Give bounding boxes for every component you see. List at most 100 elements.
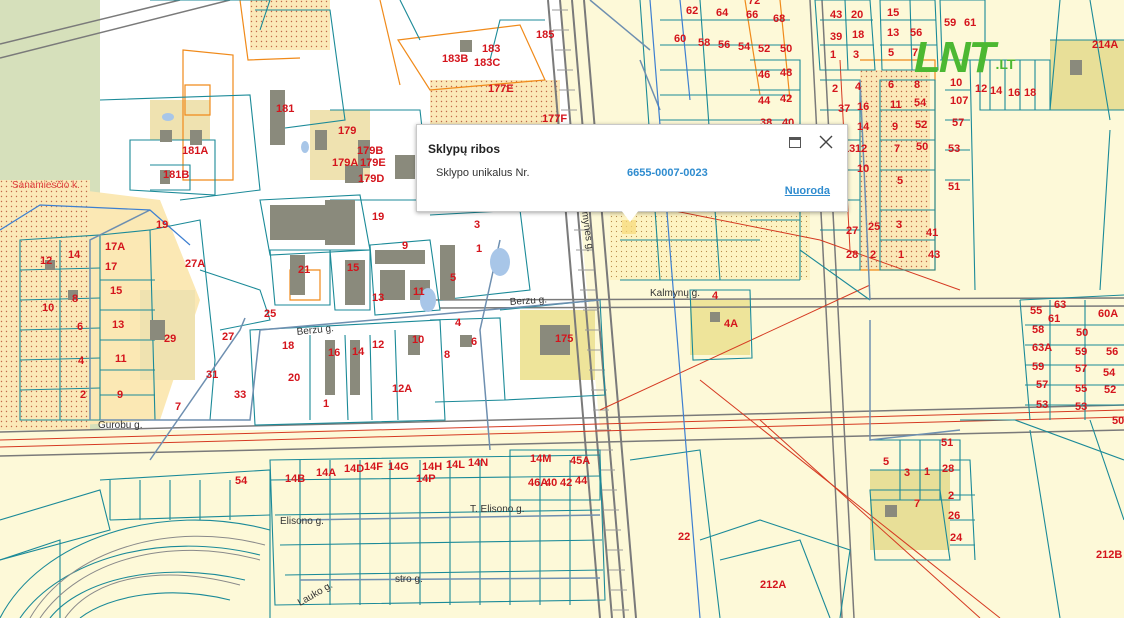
parcel-number: 57 — [1036, 379, 1048, 391]
street-label: Kalmynų g. — [650, 288, 700, 299]
parcel-id-value: 6655-0007-0023 — [627, 167, 708, 179]
parcel-number: 28 — [846, 249, 858, 261]
parcel-number: 60 — [674, 33, 686, 45]
parcel-number: 175 — [555, 333, 573, 345]
logo-brand: LNT — [914, 33, 996, 82]
parcel-number: 21 — [298, 264, 310, 276]
parcel-number: 61 — [964, 17, 976, 29]
parcel-number: 12 — [40, 255, 52, 267]
parcel-number: 1 — [924, 466, 930, 478]
cadastral-map[interactable]: Berzu g. Berzu g. Kalmynų g. Gurobu g. T… — [0, 0, 1124, 618]
parcel-number: 14G — [388, 461, 409, 473]
parcel-number: 26 — [948, 510, 960, 522]
popup-link[interactable]: Nuoroda — [785, 185, 830, 197]
parcel-number: 55 — [1030, 305, 1042, 317]
parcel-number: 20 — [851, 9, 863, 21]
parcel-number: 4 — [78, 355, 85, 367]
parcel-number: 183B — [442, 53, 468, 65]
parcel-number: 11 — [413, 286, 425, 298]
parcel-number: 24 — [950, 532, 963, 544]
parcel-number: 179 — [338, 125, 356, 137]
parcel-number: 60A — [1098, 308, 1118, 320]
parcel-number: 6 — [888, 79, 894, 91]
parcel-number: 12 — [855, 143, 867, 155]
parcel-info-popup: Sklypų ribos Sklypo unikalus Nr. 6655-00… — [416, 124, 848, 212]
parcel-number: 2 — [870, 249, 876, 261]
parcel-number: 40 — [545, 477, 557, 489]
parcel-number: 31 — [206, 369, 218, 381]
parcel-number: 17A — [105, 241, 125, 253]
parcel-number: 9 — [117, 389, 123, 401]
parcel-number: 63 — [1054, 299, 1066, 311]
parcel-number: 177E — [488, 83, 514, 95]
parcel-number: 1 — [323, 398, 329, 410]
parcel-number: 10 — [857, 163, 869, 175]
parcel-number: 46 — [758, 69, 770, 81]
parcel-number: 6 — [77, 321, 83, 333]
parcel-number: 58 — [1032, 324, 1044, 336]
parcel-number: 15 — [110, 285, 122, 297]
parcel-number: 14H — [422, 461, 442, 473]
parcel-number: 64 — [716, 7, 729, 19]
parcel-number: 1 — [830, 49, 836, 61]
parcel-number: 59 — [1075, 346, 1087, 358]
parcel-number: 57 — [952, 117, 964, 129]
parcel-number: 37 — [838, 103, 850, 115]
popup-title: Sklypų ribos — [428, 142, 501, 156]
parcel-number: 14 — [857, 121, 870, 133]
parcel-number: 56 — [1106, 346, 1118, 358]
parcel-number: 48 — [780, 67, 792, 79]
parcel-number: 13 — [887, 27, 899, 39]
parcel-number: 43 — [830, 9, 842, 21]
parcel-number: 52 — [758, 43, 770, 55]
parcel-number: 2 — [948, 490, 954, 502]
parcel-number: 27A — [185, 258, 205, 270]
parcel-number: 44 — [575, 475, 588, 487]
parcel-number: 58 — [698, 37, 710, 49]
parcel-number: 53 — [1036, 399, 1048, 411]
parcel-number: 25 — [868, 221, 880, 233]
parcel-number: 41 — [926, 227, 938, 239]
parcel-number: 7 — [894, 143, 900, 155]
parcel-number: 53 — [1075, 401, 1087, 413]
parcel-number: 50 — [916, 141, 928, 153]
parcel-number: 179E — [360, 157, 386, 169]
parcel-number: 16 — [328, 347, 340, 359]
parcel-number: 16 — [857, 101, 869, 113]
parcel-number: 15 — [887, 7, 899, 19]
parcel-number: 4 — [855, 81, 862, 93]
parcel-number: 54 — [738, 41, 751, 53]
parcel-number: 14 — [68, 249, 81, 261]
parcel-number: 4A — [724, 318, 738, 330]
street-label: T. Elisono g. — [470, 504, 524, 515]
parcel-number: 212A — [760, 579, 786, 591]
parcel-number: 1 — [476, 243, 482, 255]
parcel-number: 22 — [678, 531, 690, 543]
parcel-number: 2 — [832, 83, 838, 95]
parcel-number: 107 — [950, 95, 968, 107]
maximize-icon[interactable] — [789, 137, 801, 148]
parcel-number: 183 — [482, 43, 500, 55]
parcel-number: 44 — [758, 95, 771, 107]
parcel-number: 4 — [455, 317, 462, 329]
parcel-number: 14N — [468, 457, 488, 469]
parcel-number: 14B — [285, 473, 305, 485]
parcel-number: 179B — [357, 145, 383, 157]
parcel-number: 15 — [347, 262, 359, 274]
street-label: Elisono g. — [280, 516, 324, 527]
logo-suffix: .LT — [995, 56, 1016, 72]
parcel-number: 62 — [686, 5, 698, 17]
parcel-number: 181 — [276, 103, 294, 115]
parcel-number: 43 — [928, 249, 940, 261]
parcel-number: 50 — [1076, 327, 1088, 339]
street-label: stro g. — [395, 574, 423, 585]
parcel-number: 12 — [372, 339, 384, 351]
parcel-number: 2 — [80, 389, 86, 401]
close-icon[interactable] — [817, 133, 835, 151]
parcel-number: 59 — [1032, 361, 1044, 373]
parcel-number: 3 — [896, 219, 902, 231]
parcel-number: 10 — [42, 302, 54, 314]
parcel-number: 181A — [182, 145, 208, 157]
parcel-number: 12 — [975, 83, 987, 95]
parcel-number: 59 — [944, 17, 956, 29]
